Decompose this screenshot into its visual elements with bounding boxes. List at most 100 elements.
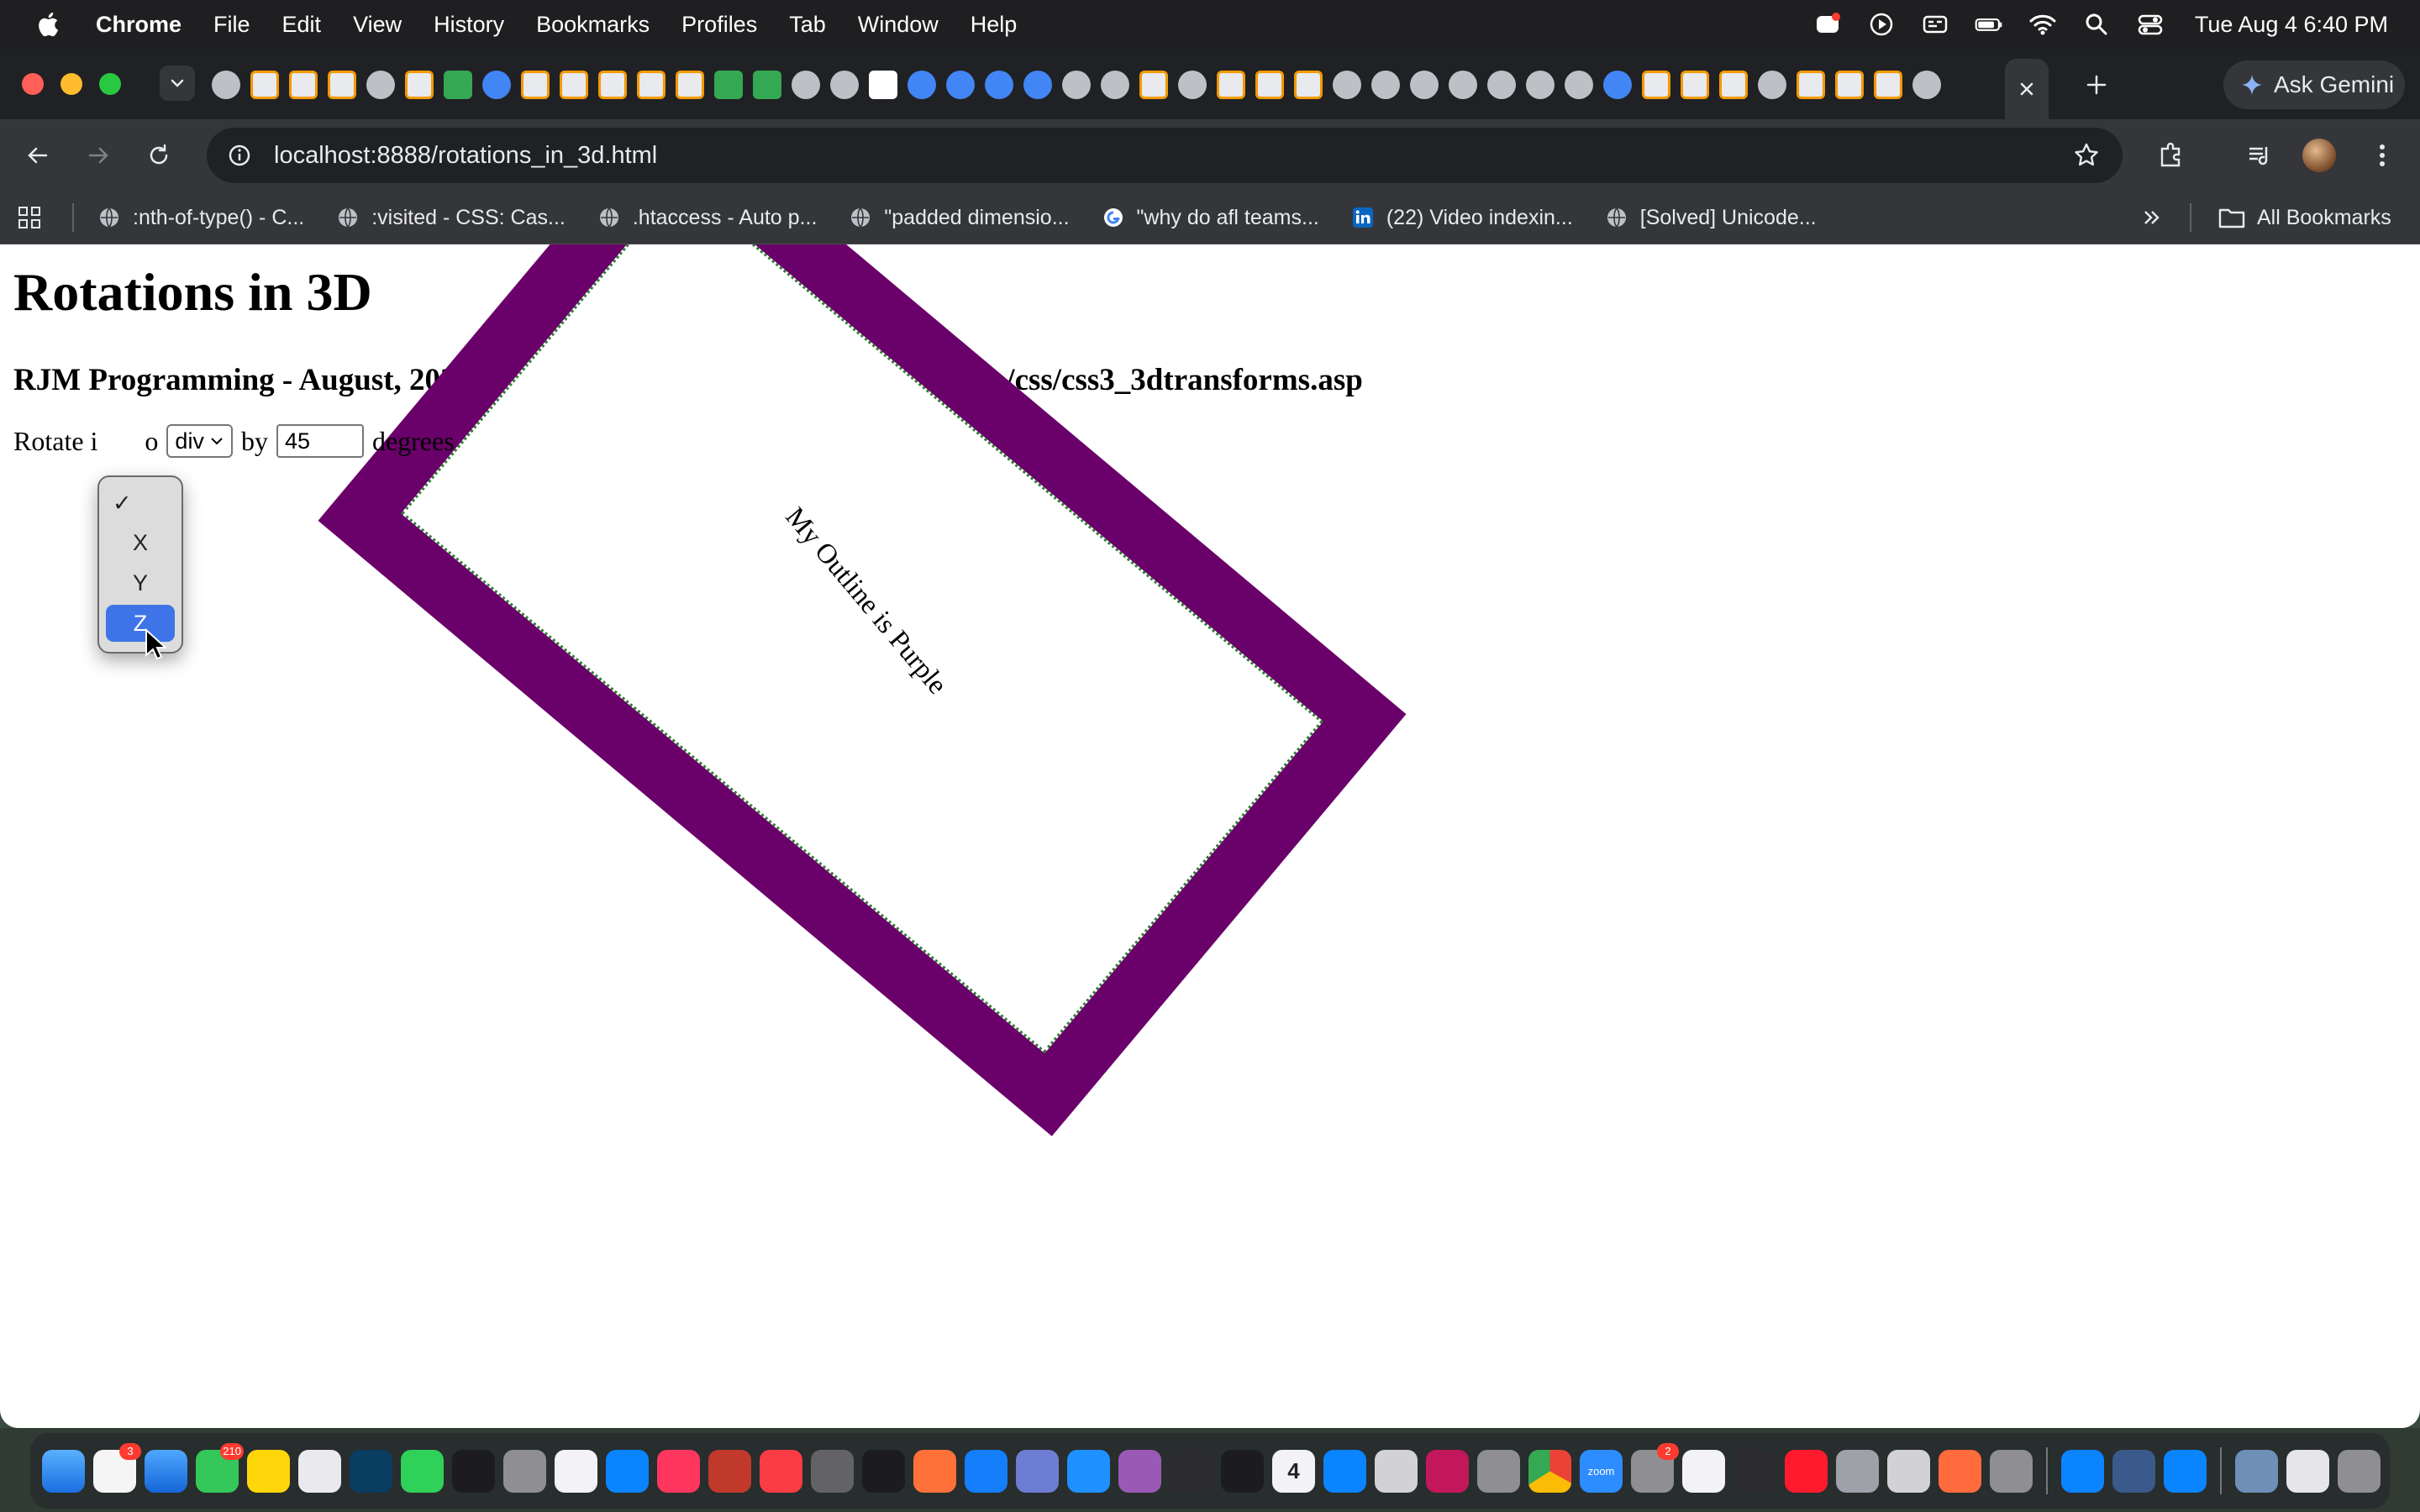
photo-editor-icon[interactable] [1477, 1449, 1520, 1493]
tab-favicon[interactable] [1719, 71, 1748, 99]
tab-favicon[interactable] [869, 71, 897, 99]
bookmarks-overflow-chevron-icon[interactable] [2138, 203, 2166, 232]
freeform-icon[interactable] [350, 1449, 392, 1493]
ask-gemini-button[interactable]: Ask Gemini [2223, 60, 2405, 109]
menu-bookmarks[interactable]: Bookmarks [536, 12, 650, 38]
tab-favicon[interactable] [1294, 71, 1323, 99]
menu-app-name[interactable]: Chrome [96, 12, 182, 38]
tab-favicon[interactable] [676, 71, 704, 99]
app-store-icon[interactable] [606, 1449, 649, 1493]
bookmark-item[interactable]: .htaccess - Auto p... [597, 206, 817, 230]
forward-button[interactable] [81, 138, 116, 173]
caption-icon[interactable] [1921, 10, 1949, 39]
url-text[interactable]: localhost:8888/rotations_in_3d.html [274, 142, 657, 170]
address-bar[interactable]: localhost:8888/rotations_in_3d.html [207, 128, 2123, 183]
menu-view[interactable]: View [353, 12, 402, 38]
tab-favicon[interactable] [946, 71, 975, 99]
menu-help[interactable]: Help [971, 12, 1018, 38]
camera-icon[interactable] [1733, 1449, 1776, 1493]
menu-history[interactable]: History [434, 12, 504, 38]
launchpad-icon[interactable] [298, 1449, 341, 1493]
tab-favicon[interactable] [1565, 71, 1593, 99]
calendar-icon[interactable]: 4 [1272, 1449, 1315, 1493]
bookmark-item[interactable]: [Solved] Unicode... [1605, 206, 1817, 230]
tab-favicon[interactable] [212, 71, 240, 99]
zoom-icon[interactable]: zoom [1580, 1449, 1623, 1493]
tab-favicon[interactable] [1139, 71, 1168, 99]
tab-favicon[interactable] [1255, 71, 1284, 99]
spotlight-search-icon[interactable] [2082, 10, 2111, 39]
firefox-icon[interactable] [913, 1449, 956, 1493]
menu-tab[interactable]: Tab [789, 12, 826, 38]
axis-option-x[interactable]: X [106, 524, 175, 561]
tab-favicon[interactable] [753, 71, 781, 99]
tab-favicon[interactable] [1758, 71, 1786, 99]
media-controls-icon[interactable] [2242, 138, 2277, 173]
chrome-menu-icon[interactable] [2365, 138, 2400, 173]
system-settings-icon[interactable]: 2 [1631, 1442, 1679, 1493]
facetime-icon[interactable] [401, 1449, 444, 1493]
files-icon[interactable] [1375, 1449, 1418, 1493]
app-store-icon[interactable] [2061, 1449, 2104, 1493]
mosaic-icon[interactable] [1939, 1449, 1981, 1493]
tab-favicon[interactable] [792, 71, 820, 99]
extensions-icon[interactable] [2153, 138, 2188, 173]
wifi-icon[interactable] [2028, 10, 2057, 39]
opera-icon[interactable] [1785, 1449, 1828, 1493]
degrees-input[interactable] [276, 424, 364, 458]
tab-favicon[interactable] [1101, 71, 1129, 99]
calculator-icon[interactable] [503, 1449, 546, 1493]
tab-favicon[interactable] [908, 71, 936, 99]
tab-favicon[interactable] [1217, 71, 1245, 99]
menu-file[interactable]: File [213, 12, 250, 38]
tab-favicon[interactable] [1681, 71, 1709, 99]
music-icon[interactable] [760, 1449, 802, 1493]
quicktime-icon[interactable] [1323, 1449, 1366, 1493]
finder-icon[interactable] [42, 1449, 85, 1493]
news-icon[interactable] [657, 1449, 700, 1493]
tab-favicon[interactable] [366, 71, 395, 99]
tab-favicon[interactable] [444, 71, 472, 99]
tab-favicon[interactable] [1371, 71, 1400, 99]
notes-icon[interactable] [247, 1449, 290, 1493]
window-maximize-button[interactable] [99, 73, 121, 95]
disk-utility-icon[interactable] [2112, 1449, 2155, 1493]
profile-status-icon[interactable] [1813, 10, 1842, 39]
preview-icon[interactable] [811, 1449, 854, 1493]
bookmark-item[interactable]: :nth-of-type() - C... [97, 206, 304, 230]
tab-favicon[interactable] [1333, 71, 1361, 99]
blocked-app-icon[interactable] [1990, 1449, 2033, 1493]
axis-option-y[interactable]: Y [106, 564, 175, 601]
document-stack-icon[interactable] [2286, 1449, 2329, 1493]
terminal-icon[interactable] [452, 1449, 495, 1493]
mail-icon[interactable] [145, 1449, 187, 1493]
xcode-icon[interactable] [965, 1449, 1007, 1493]
menu-edit[interactable]: Edit [282, 12, 322, 38]
tab-favicon[interactable] [1449, 71, 1477, 99]
tab-favicon[interactable] [1912, 71, 1941, 99]
menu-window[interactable]: Window [858, 12, 939, 38]
filezilla-icon[interactable] [708, 1449, 751, 1493]
tab-favicon[interactable] [1526, 71, 1555, 99]
contacts-icon[interactable] [1836, 1449, 1879, 1493]
terminal-icon[interactable] [1221, 1449, 1264, 1493]
bookmark-item[interactable]: "padded dimensio... [849, 206, 1070, 230]
new-tab-button[interactable] [2079, 67, 2114, 102]
tab-favicon[interactable] [1410, 71, 1439, 99]
all-bookmarks-button[interactable]: All Bookmarks [2218, 192, 2391, 244]
activity-monitor-icon[interactable] [1170, 1449, 1213, 1493]
apple-logo-icon[interactable] [35, 10, 64, 39]
menu-profiles[interactable]: Profiles [681, 12, 757, 38]
messages-icon[interactable]: 210 [196, 1442, 244, 1493]
tab-favicon[interactable] [1835, 71, 1864, 99]
tab-favicon[interactable] [1487, 71, 1516, 99]
tab-favicon[interactable] [482, 71, 511, 99]
tab-favicon[interactable] [1874, 71, 1902, 99]
tab-favicon[interactable] [560, 71, 588, 99]
element-select[interactable]: div [166, 424, 233, 458]
tab-favicon[interactable] [521, 71, 550, 99]
play-icon[interactable] [1867, 10, 1896, 39]
bookmark-star-icon[interactable] [2069, 138, 2104, 173]
mastodon-icon[interactable] [1887, 1449, 1930, 1493]
close-tab-icon[interactable] [2017, 79, 2037, 99]
